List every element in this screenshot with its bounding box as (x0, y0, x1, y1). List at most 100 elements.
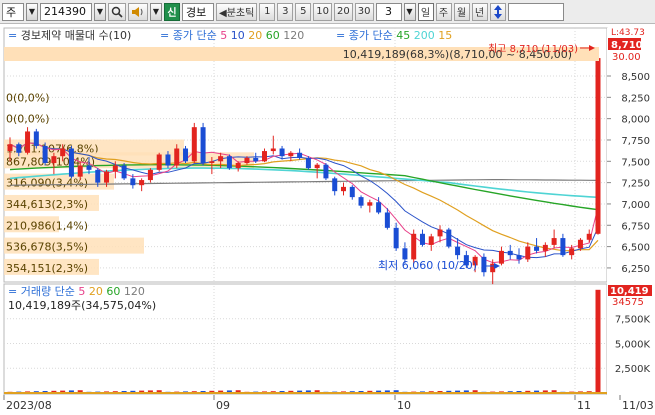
candle-body (595, 58, 601, 234)
candle-body (498, 250, 504, 264)
interval-year-label: 년 (474, 8, 485, 19)
candle-body (51, 156, 57, 164)
interval-day-button[interactable]: 일 (417, 2, 434, 21)
x-tick-label: 2023/08 (6, 399, 52, 412)
interval-input[interactable]: 3 (375, 2, 402, 21)
ma60-legend: 60 (266, 29, 280, 42)
candle-body (226, 156, 232, 169)
high-annotation: 최고 8,710 (11/03) (488, 43, 578, 55)
candle-body (121, 165, 127, 179)
candle-body (7, 144, 13, 152)
candle-body (507, 250, 513, 256)
toolbar: 주 ▼ 214390 ▼ ▼ 신 경보 ◀분초틱 1 3 5 10 20 30 … (0, 0, 655, 24)
credit-label: 신 (167, 8, 177, 19)
x-tick-label: 11/03 (622, 399, 654, 412)
candle-body (200, 127, 206, 164)
period-5-button[interactable]: 5 (295, 2, 312, 21)
candle-body (16, 144, 22, 153)
price-legend-icon: = (8, 29, 17, 42)
speaker-icon[interactable] (128, 2, 148, 21)
candle-body (419, 233, 425, 245)
price-ma-legend-icon: = (160, 29, 169, 42)
price-ma2-legend-icon: = (336, 29, 345, 42)
candle-body (305, 157, 311, 169)
candle-body (235, 163, 241, 169)
period-30-button[interactable]: 30 (354, 2, 374, 21)
candle-body (542, 244, 548, 251)
candle-body (191, 127, 197, 162)
price-tick-label: 6,250 (621, 264, 650, 275)
price-ma2-legend: = 종가 단순 45 200 15 (336, 29, 452, 42)
interval-month-button[interactable]: 월 (453, 2, 470, 21)
candle-body (156, 154, 162, 170)
candle-body (586, 233, 592, 240)
interval-week-button[interactable]: 주 (435, 2, 452, 21)
candle-body (270, 148, 276, 152)
volume-legend-icon: = (8, 285, 17, 298)
price-tick-label: 6,500 (621, 243, 650, 254)
candle-body (147, 169, 153, 181)
candle-body (174, 148, 180, 166)
period-20-button[interactable]: 20 (334, 2, 353, 21)
ma120-legend: 120 (283, 29, 304, 42)
stock-code-value: 214390 (44, 5, 86, 18)
volume-badge-top-text: 10,419 (610, 286, 649, 297)
period-minute-button[interactable]: ◀분초틱 (216, 2, 258, 21)
candle-body (358, 197, 364, 206)
candle-body (86, 165, 92, 170)
interval-dropdown-icon[interactable]: ▼ (403, 2, 416, 21)
volume-profile-label: 210,986(1,4%) (6, 219, 88, 232)
volume-profile-label: 0(0,0%) (6, 91, 50, 104)
period-20-label: 20 (337, 6, 350, 17)
candle-body (297, 152, 303, 158)
stock-name-box[interactable]: 경보 (182, 2, 214, 21)
price-tick-label: 6,750 (621, 221, 650, 232)
search-icon[interactable] (108, 2, 126, 21)
vol-ma60-legend: 60 (106, 285, 120, 298)
interval-year-button[interactable]: 년 (471, 2, 488, 21)
market-dropdown-icon[interactable]: ▼ (26, 2, 38, 21)
candle-body (112, 165, 118, 172)
price-tick-label: 8,250 (621, 93, 650, 104)
top-right-label: L:43.73 (611, 28, 645, 38)
candle-body (183, 148, 189, 162)
up-down-arrow-icon[interactable] (489, 2, 506, 21)
chart-area[interactable]: 0(0,0%) 0(0,0%) 1,201,107(6,8%) 867,809(10,… (0, 25, 655, 415)
chart-canvas[interactable]: 0(0,0%)0(0,0%)1,201,107(6,8%)867,809(10,… (0, 25, 655, 415)
period-30-label: 30 (357, 6, 371, 17)
candle-body (314, 164, 320, 169)
stock-code-dropdown-icon[interactable]: ▼ (94, 2, 106, 21)
x-tick-label: 09 (216, 399, 230, 412)
interval-week-label: 주 (438, 8, 449, 19)
candle-body (68, 148, 74, 177)
candle-body (560, 238, 566, 256)
period-1-button[interactable]: 1 (259, 2, 276, 21)
ma15-legend: 15 (438, 29, 452, 42)
candle-body (60, 148, 66, 157)
candle-body (569, 248, 575, 256)
volume-bar (595, 289, 601, 393)
period-10-button[interactable]: 10 (313, 2, 333, 21)
credit-button[interactable]: 신 (164, 2, 180, 21)
candle-body (428, 236, 434, 245)
candle-body (25, 131, 31, 153)
candle-body (33, 131, 39, 146)
market-select[interactable]: 주 (2, 2, 24, 21)
period-3-button[interactable]: 3 (277, 2, 294, 21)
volume-badge-bottom-text: 34575 (612, 297, 644, 308)
candle-body (104, 171, 110, 183)
price-tick-label: 7,750 (621, 136, 650, 147)
interval-value: 3 (385, 5, 392, 18)
prev-badge-text: 30.00 (612, 52, 641, 63)
price-ma-legend: = 종가 단순 5 10 20 60 120 (160, 29, 304, 42)
candle-body (95, 169, 101, 183)
stock-code-input[interactable]: 214390 (40, 2, 92, 21)
x-axis-background (0, 395, 655, 415)
candle-body (384, 212, 390, 228)
candle-body (376, 202, 382, 213)
speaker-dropdown-icon[interactable]: ▼ (150, 2, 162, 21)
candle-body (525, 246, 531, 260)
candle-body (551, 238, 557, 245)
extra-input[interactable] (507, 2, 564, 21)
candle-body (516, 255, 522, 260)
